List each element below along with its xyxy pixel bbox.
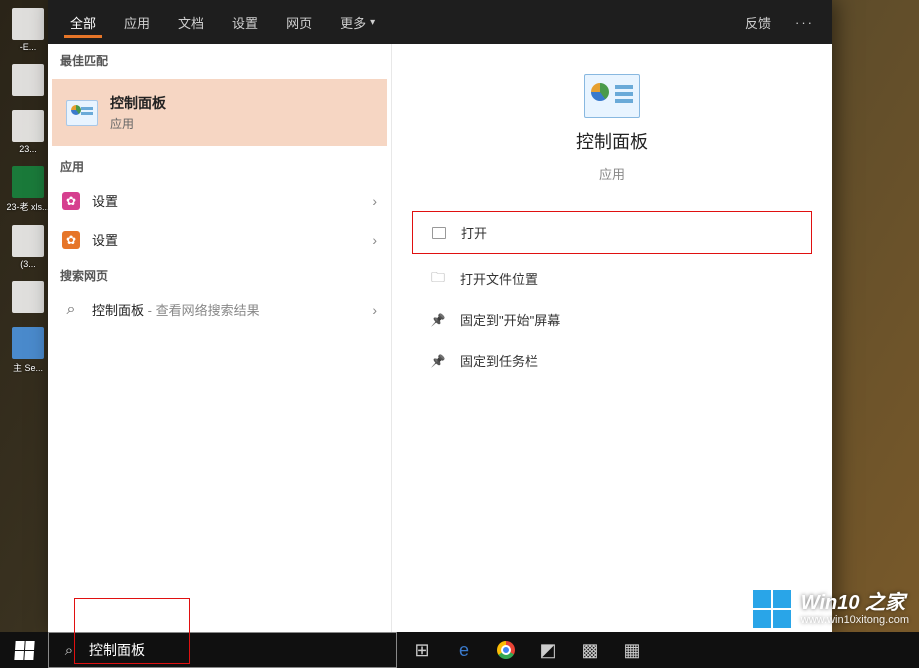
pin-icon <box>430 312 446 328</box>
desktop-icon[interactable]: (3... <box>6 225 50 269</box>
result-settings-2[interactable]: 设置 › <box>48 220 391 259</box>
action-label: 固定到任务栏 <box>460 351 538 370</box>
detail-title: 控制面板 <box>576 128 648 154</box>
search-icon: ⌕ <box>62 301 80 319</box>
gear-icon <box>62 192 80 210</box>
action-open-file-location[interactable]: 打开文件位置 <box>412 258 812 299</box>
taskbar-pinned-icons: ⊞ e ◩ ▩ ▦ <box>403 632 651 668</box>
results-detail-column: 控制面板 应用 打开 打开文件位置 固定到"开始"屏幕 <box>392 44 832 632</box>
action-label: 打开文件位置 <box>460 269 538 288</box>
control-panel-icon <box>66 100 98 126</box>
action-pin-to-start[interactable]: 固定到"开始"屏幕 <box>412 299 812 340</box>
chevron-right-icon: › <box>372 302 377 318</box>
desktop-icon[interactable]: 主 Se... <box>6 327 50 374</box>
windows-logo-icon <box>14 641 34 660</box>
section-apps-header: 应用 <box>48 150 391 181</box>
best-match-control-panel[interactable]: 控制面板 应用 <box>52 79 387 146</box>
desktop-icon[interactable]: 23-老 xls... <box>6 166 50 213</box>
action-label: 打开 <box>461 223 487 242</box>
chevron-right-icon: › <box>372 193 377 209</box>
search-tab-bar: 全部 应用 文档 设置 网页 更多▾ 反馈 ··· <box>48 0 832 44</box>
action-open[interactable]: 打开 <box>413 212 811 253</box>
gear-icon <box>62 231 80 249</box>
chrome-browser-icon[interactable] <box>487 635 525 665</box>
taskbar-app-icon[interactable]: ▩ <box>571 635 609 665</box>
search-input[interactable] <box>89 642 396 658</box>
result-label: 设置 <box>92 230 360 249</box>
control-panel-icon <box>584 74 640 118</box>
result-label: 设置 <box>92 191 360 210</box>
watermark-title: Win10 之家 <box>801 592 909 614</box>
tab-settings[interactable]: 设置 <box>218 0 272 44</box>
tab-web[interactable]: 网页 <box>272 0 326 44</box>
taskbar: ⌕ ⊞ e ◩ ▩ ▦ <box>0 632 919 668</box>
taskbar-search-box[interactable]: ⌕ <box>48 632 397 668</box>
action-label: 固定到"开始"屏幕 <box>460 310 560 329</box>
section-search-web-header: 搜索网页 <box>48 259 391 290</box>
taskbar-app-icon[interactable]: ▦ <box>613 635 651 665</box>
tab-documents[interactable]: 文档 <box>164 0 218 44</box>
result-web-search[interactable]: ⌕ 控制面板 - 查看网络搜索结果 › <box>48 290 391 329</box>
best-match-subtitle: 应用 <box>110 115 166 132</box>
folder-icon <box>430 271 446 287</box>
desktop-icon[interactable] <box>6 64 50 98</box>
best-match-title: 控制面板 <box>110 93 166 113</box>
start-search-panel: 全部 应用 文档 设置 网页 更多▾ 反馈 ··· 最佳匹配 控制面板 应用 应… <box>48 0 832 632</box>
open-icon <box>431 225 447 241</box>
desktop-icon[interactable]: -E... <box>6 8 50 52</box>
results-left-column: 最佳匹配 控制面板 应用 应用 设置 › 设置 › 搜索网页 <box>48 44 392 632</box>
pin-icon <box>430 353 446 369</box>
taskbar-app-icon[interactable]: ◩ <box>529 635 567 665</box>
feedback-link[interactable]: 反馈 <box>731 13 785 32</box>
result-label: 控制面板 - 查看网络搜索结果 <box>92 300 360 319</box>
section-best-match-header: 最佳匹配 <box>48 44 391 75</box>
overflow-menu-icon[interactable]: ··· <box>785 15 824 30</box>
edge-browser-icon[interactable]: e <box>445 635 483 665</box>
tab-apps[interactable]: 应用 <box>110 0 164 44</box>
detail-subtitle: 应用 <box>599 164 625 183</box>
chevron-right-icon: › <box>372 232 377 248</box>
action-pin-to-taskbar[interactable]: 固定到任务栏 <box>412 340 812 381</box>
start-button[interactable] <box>0 632 48 668</box>
watermark: Win10 之家 www.win10xitong.com <box>753 590 909 628</box>
windows-logo-icon <box>753 590 791 628</box>
desktop-icon[interactable] <box>6 281 50 315</box>
tab-all[interactable]: 全部 <box>56 0 110 44</box>
search-icon: ⌕ <box>49 642 89 659</box>
task-view-button[interactable]: ⊞ <box>403 635 441 665</box>
result-settings-1[interactable]: 设置 › <box>48 181 391 220</box>
watermark-url: www.win10xitong.com <box>801 614 909 626</box>
tab-more[interactable]: 更多▾ <box>326 0 389 44</box>
chevron-down-icon: ▾ <box>370 17 375 28</box>
desktop-icon[interactable]: 23... <box>6 110 50 154</box>
action-open-highlight-box: 打开 <box>412 211 812 254</box>
